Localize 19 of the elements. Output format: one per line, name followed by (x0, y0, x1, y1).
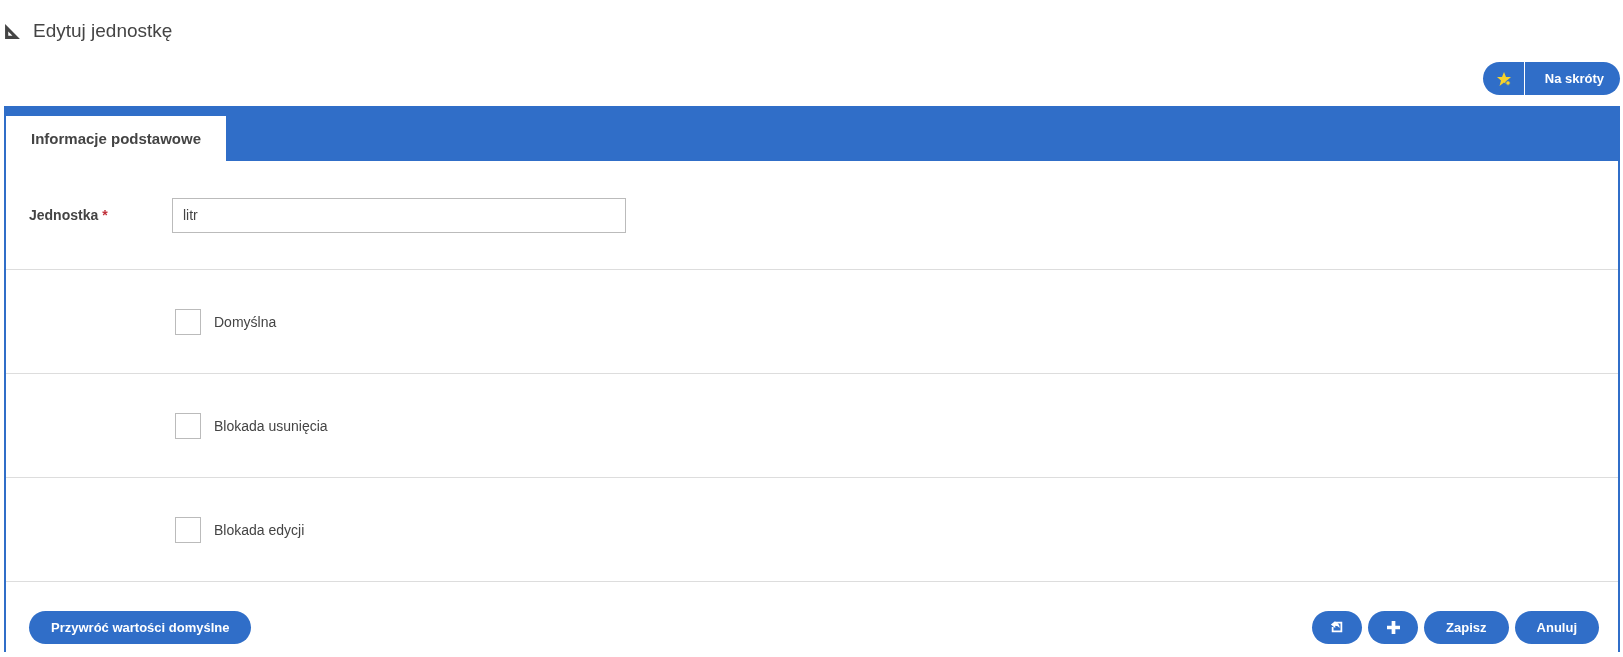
shortcuts-button[interactable]: Na skróty (1482, 62, 1620, 95)
plus-icon (1386, 620, 1400, 634)
star-icon (1495, 70, 1512, 87)
reset-defaults-button[interactable]: Przywróć wartości domyślne (29, 610, 252, 644)
checkbox[interactable] (175, 412, 201, 439)
back-arrow-icon (1330, 620, 1345, 634)
field-label: Jednostka * (28, 207, 109, 223)
back-button[interactable] (1312, 610, 1363, 644)
checkbox[interactable] (175, 308, 201, 335)
action-button[interactable]: Zapisz (1424, 610, 1509, 644)
checkbox-label: Blokada edycji (214, 521, 305, 538)
tab[interactable]: Informacje podstawowe (6, 116, 227, 161)
add-button[interactable] (1368, 610, 1419, 644)
page-title: Edytuj jednostkę (33, 20, 173, 42)
action-button[interactable]: Anuluj (1514, 610, 1599, 644)
checkbox-label: Blokada usunięcia (214, 417, 328, 434)
checkbox-label: Domyślna (214, 313, 277, 330)
checkbox[interactable] (175, 516, 201, 543)
unit-input-field[interactable]: litr (172, 197, 626, 233)
